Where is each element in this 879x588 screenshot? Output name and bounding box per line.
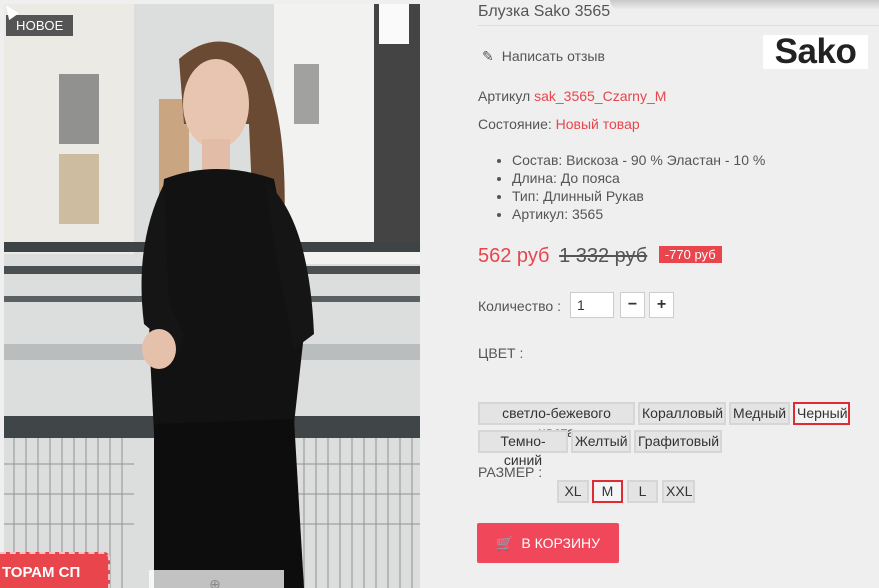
size-option[interactable]: XXL	[662, 480, 695, 503]
product-photo[interactable]: НОВОЕ ⊕	[4, 4, 420, 588]
feature-item: Длина: До пояса	[512, 169, 765, 187]
size-option[interactable]: L	[627, 480, 658, 503]
color-option[interactable]: Графитовый	[634, 430, 722, 453]
write-review-link[interactable]: ✎ Написать отзыв	[482, 48, 605, 65]
color-option[interactable]: Коралловый	[638, 402, 726, 425]
promo-banner[interactable]: ТОРАМ СП	[0, 552, 110, 588]
feature-list: Состав: Вискоза - 90 % Эластан - 10 % Дл…	[496, 151, 765, 223]
zoom-button[interactable]: ⊕	[149, 570, 284, 588]
old-price: 1 332 руб	[559, 245, 648, 267]
product-title: Блузка Sako 3565	[478, 3, 611, 20]
discount-badge: -770 руб	[658, 246, 722, 263]
color-option[interactable]: Темно-синий	[478, 430, 568, 468]
cart-icon: 🛒	[495, 535, 514, 551]
size-label: РАЗМЕР :	[478, 464, 543, 480]
price-row: 562 руб 1 332 руб -770 руб	[478, 245, 722, 268]
quantity-decrease-button[interactable]: −	[620, 292, 645, 318]
add-to-cart-button[interactable]: 🛒 В КОРЗИНУ	[477, 523, 619, 563]
feature-item: Состав: Вискоза - 90 % Эластан - 10 %	[512, 151, 765, 169]
color-option[interactable]: Желтый	[571, 430, 631, 453]
sku-label: Артикул	[478, 88, 531, 104]
feature-item: Артикул: 3565	[512, 205, 765, 223]
condition-label: Состояние:	[478, 116, 552, 132]
color-label: ЦВЕТ :	[478, 345, 524, 361]
quantity-increase-button[interactable]: +	[649, 292, 674, 318]
quantity-input[interactable]	[570, 292, 614, 318]
size-option-selected[interactable]: M	[592, 480, 623, 503]
product-info-panel: Блузка Sako 3565 ✎ Написать отзыв Sako Ар…	[420, 0, 879, 588]
new-badge: НОВОЕ	[6, 15, 73, 36]
cart-label: В КОРЗИНУ	[521, 535, 601, 551]
feature-item: Тип: Длинный Рукав	[512, 187, 765, 205]
condition-value: Новый товар	[555, 116, 640, 132]
color-option[interactable]: Медный	[729, 402, 790, 425]
top-shadow	[610, 0, 879, 10]
review-label: Написать отзыв	[501, 48, 605, 64]
sku-row: Артикул sak_3565_Czarny_M	[478, 88, 666, 104]
size-option[interactable]: XL	[557, 480, 589, 503]
title-divider	[478, 25, 879, 26]
zoom-icon: ⊕	[209, 576, 221, 588]
current-price: 562 руб	[478, 245, 550, 267]
condition-row: Состояние: Новый товар	[478, 116, 640, 132]
color-option[interactable]: светло-бежевого цвета	[478, 402, 635, 440]
brand-logo[interactable]: Sako	[763, 34, 868, 69]
quantity-label: Количество :	[478, 298, 561, 314]
color-option-selected[interactable]: Черный	[793, 402, 850, 425]
sku-value: sak_3565_Czarny_M	[534, 88, 667, 104]
pencil-icon: ✎	[482, 48, 494, 64]
